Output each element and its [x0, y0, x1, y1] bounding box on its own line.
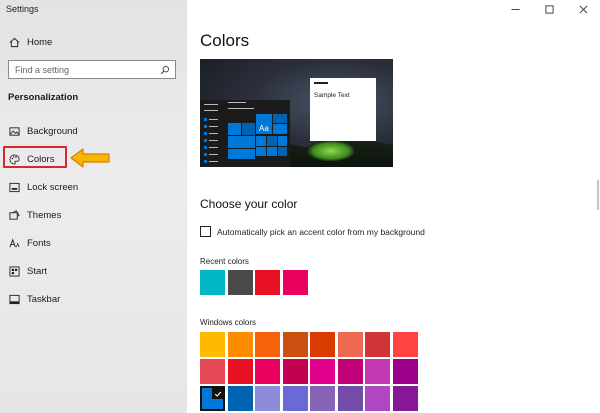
- maximize-button[interactable]: [532, 0, 566, 18]
- home-icon: [8, 36, 20, 48]
- color-preview: Aa Sample Text: [200, 59, 393, 167]
- checkmark-icon: [212, 388, 223, 399]
- sidebar-item-label: Themes: [27, 209, 62, 221]
- color-swatch[interactable]: [200, 270, 225, 295]
- color-swatch[interactable]: [282, 386, 308, 411]
- close-icon: [579, 5, 587, 13]
- page-title: Colors: [200, 31, 250, 50]
- color-swatch[interactable]: [255, 332, 280, 357]
- minimize-icon: [510, 8, 520, 10]
- color-swatch[interactable]: [200, 386, 225, 411]
- home-label: Home: [27, 36, 53, 48]
- sidebar-item-label: Background: [27, 125, 78, 137]
- start-icon: [8, 265, 20, 277]
- minimize-button[interactable]: [498, 0, 532, 18]
- sidebar-item-themes[interactable]: Themes: [0, 203, 187, 227]
- windows-colors-label: Windows colors: [200, 318, 257, 327]
- auto-pick-option[interactable]: Automatically pick an accent color from …: [200, 226, 425, 237]
- scrollbar-thumb[interactable]: [597, 180, 599, 210]
- preview-window: Sample Text: [310, 78, 376, 141]
- color-swatch[interactable]: [255, 359, 280, 384]
- color-swatch[interactable]: [392, 359, 418, 384]
- color-swatch[interactable]: [310, 359, 335, 384]
- image-icon: [8, 125, 20, 137]
- windows-colors-row: [200, 386, 420, 411]
- home-button[interactable]: Home: [0, 30, 187, 54]
- color-swatch[interactable]: [227, 359, 253, 384]
- sidebar-item-fonts[interactable]: Fonts: [0, 231, 187, 255]
- sidebar-item-lock-screen[interactable]: Lock screen: [0, 175, 187, 199]
- maximize-icon: [544, 4, 554, 14]
- search-box[interactable]: [8, 60, 176, 79]
- color-swatch[interactable]: [282, 359, 308, 384]
- color-swatch[interactable]: [365, 386, 390, 411]
- color-swatch[interactable]: [255, 386, 280, 411]
- preview-sample-text: Sample Text: [314, 92, 350, 99]
- sidebar-item-label: Start: [27, 265, 48, 277]
- themes-icon: [8, 209, 20, 221]
- color-swatch[interactable]: [310, 332, 335, 357]
- sidebar-item-taskbar[interactable]: Taskbar: [0, 287, 187, 311]
- taskbar-icon: [8, 293, 20, 305]
- sidebar-item-label: Lock screen: [27, 181, 79, 193]
- search-input[interactable]: [9, 64, 158, 75]
- color-swatch[interactable]: [337, 386, 363, 411]
- windows-colors-row: [200, 359, 420, 384]
- color-swatch[interactable]: [200, 332, 225, 357]
- fonts-icon: [8, 237, 20, 249]
- colors-highlight-box: [3, 146, 67, 168]
- search-icon[interactable]: [158, 63, 172, 77]
- sidebar-item-start[interactable]: Start: [0, 259, 187, 283]
- color-swatch[interactable]: [365, 359, 390, 384]
- color-swatch[interactable]: [337, 332, 363, 357]
- app-title: Settings: [6, 4, 39, 14]
- color-swatch[interactable]: [200, 359, 225, 384]
- color-swatch[interactable]: [255, 270, 280, 295]
- color-swatch[interactable]: [227, 332, 253, 357]
- recent-colors-row: [200, 270, 310, 295]
- color-swatch[interactable]: [365, 332, 390, 357]
- auto-pick-label: Automatically pick an accent color from …: [217, 226, 425, 237]
- preview-tent-glow: [308, 141, 354, 161]
- sidebar: Settings Home Personalization Background…: [0, 0, 187, 413]
- sidebar-item-label: Taskbar: [27, 293, 61, 305]
- main-content: Colors Aa Sample Text Choose your color …: [187, 0, 600, 413]
- window-controls: [498, 0, 600, 18]
- auto-pick-checkbox[interactable]: [200, 226, 211, 237]
- windows-colors-row: [200, 332, 420, 357]
- section-heading: Personalization: [8, 92, 79, 103]
- pointer-arrow-icon: [70, 148, 110, 168]
- preview-tile-text: Aa: [259, 124, 269, 133]
- color-swatch[interactable]: [227, 270, 253, 295]
- sidebar-item-background[interactable]: Background: [0, 119, 187, 143]
- recent-colors-label: Recent colors: [200, 257, 249, 266]
- lock-screen-icon: [8, 181, 20, 193]
- choose-color-heading: Choose your color: [200, 197, 298, 211]
- color-swatch[interactable]: [392, 332, 418, 357]
- color-swatch[interactable]: [337, 359, 363, 384]
- color-swatch[interactable]: [227, 386, 253, 411]
- color-swatch[interactable]: [282, 270, 308, 295]
- color-swatch[interactable]: [392, 386, 418, 411]
- sidebar-item-label: Fonts: [27, 237, 51, 249]
- close-button[interactable]: [566, 0, 600, 18]
- color-swatch[interactable]: [310, 386, 335, 411]
- color-swatch[interactable]: [282, 332, 308, 357]
